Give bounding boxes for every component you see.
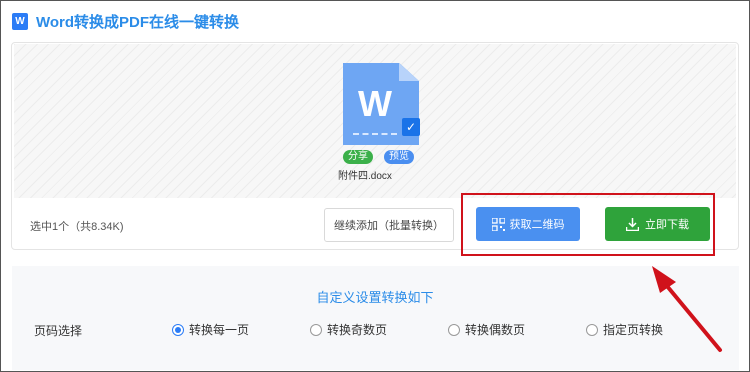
annotation-arrow [652, 266, 722, 352]
